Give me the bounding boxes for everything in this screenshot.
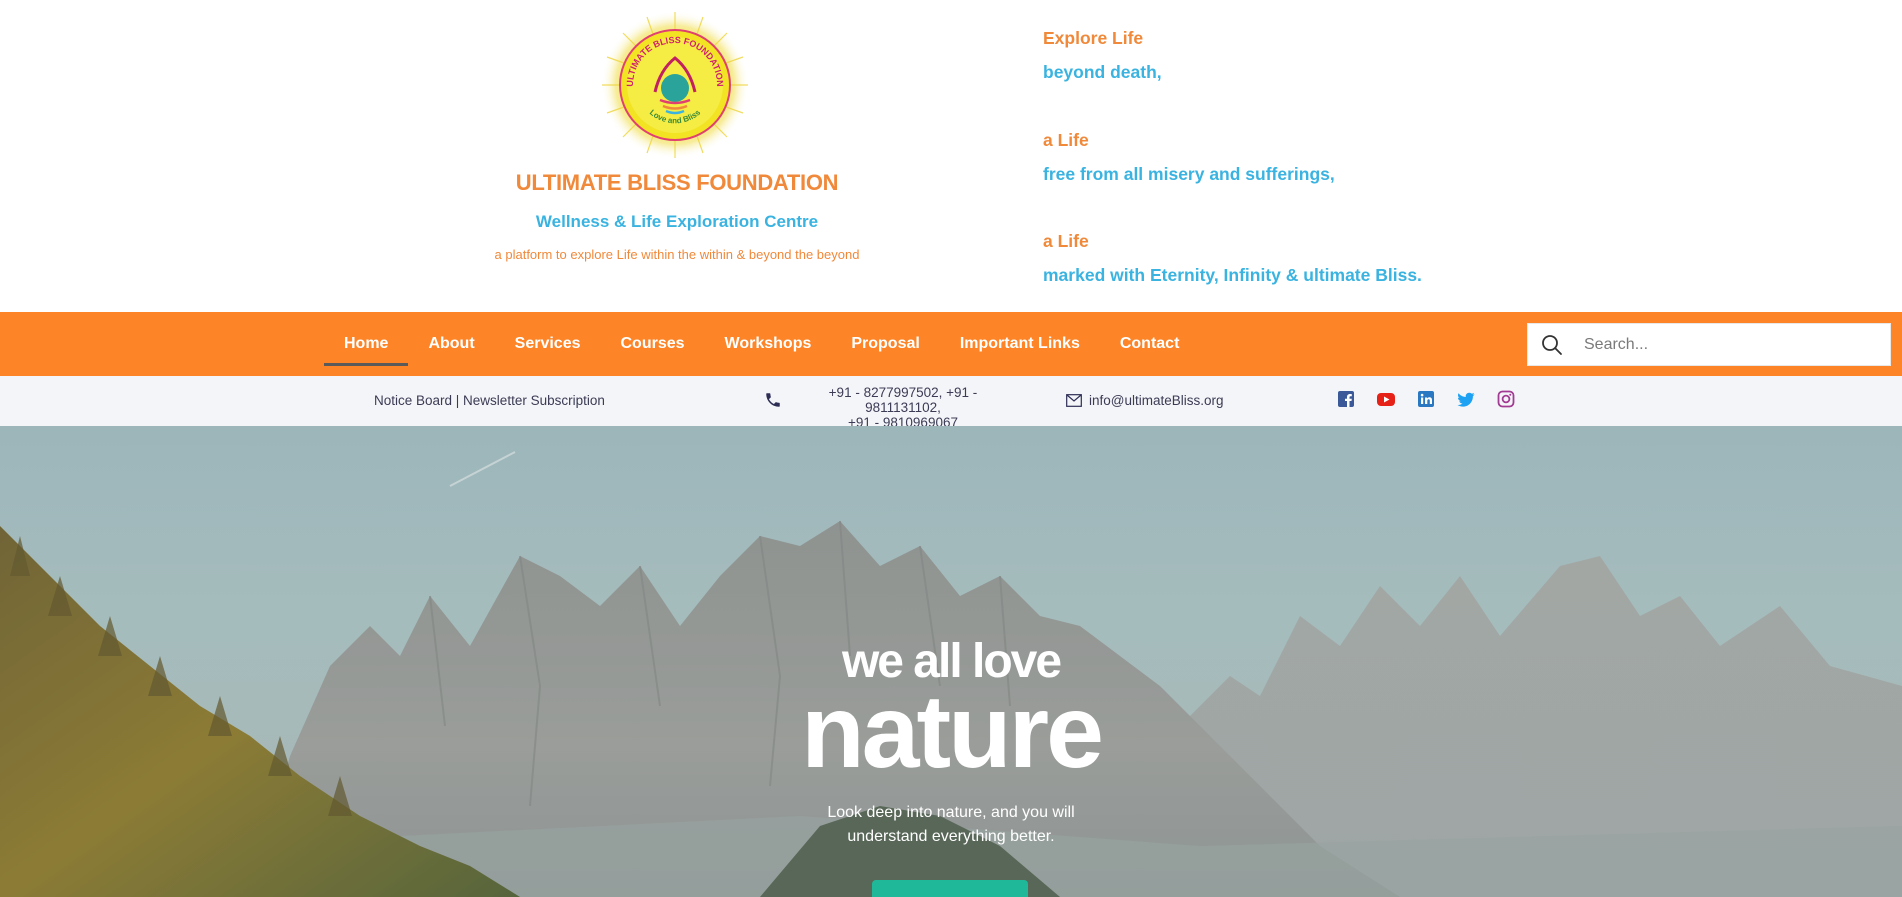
hero-description: Look deep into nature, and you will unde…: [801, 801, 1101, 849]
nav-item-services[interactable]: Services: [495, 312, 601, 376]
phone-line-1: +91 - 8277997502, +91 - 9811131102,: [828, 385, 978, 415]
org-name: ULTIMATE BLISS FOUNDATION: [515, 170, 839, 195]
org-subtitle: Wellness & Life Exploration Centre: [535, 212, 819, 231]
search-box: [1527, 323, 1891, 366]
hero-description-line-2: understand everything better.: [847, 828, 1055, 845]
explore-line: beyond death,: [1043, 62, 1162, 82]
nav-item-home[interactable]: Home: [324, 312, 409, 376]
facebook-icon[interactable]: [1336, 389, 1356, 409]
nav-item-proposal[interactable]: Proposal: [831, 312, 939, 376]
nav-item-about[interactable]: About: [408, 312, 494, 376]
youtube-icon[interactable]: [1376, 389, 1396, 409]
nav-menu: Home About Services Courses Workshops Pr…: [324, 312, 1199, 376]
hero-banner: we all love nature Look deep into nature…: [0, 426, 1902, 897]
phone-icon: [766, 393, 780, 407]
main-navigation: Home About Services Courses Workshops Pr…: [0, 312, 1902, 376]
info-bar: Notice Board | Newsletter Subscription +…: [0, 376, 1902, 430]
email-link[interactable]: info@ultimateBliss.org: [1089, 393, 1224, 408]
social-links: [1336, 389, 1516, 409]
hero-description-line-1: Look deep into nature, and you will: [827, 804, 1075, 821]
logo-graphic: ULTIMATE BLISS FOUNDATION Love and Bliss: [601, 11, 749, 159]
explore-line: a Life: [1043, 130, 1089, 150]
nav-item-workshops[interactable]: Workshops: [705, 312, 832, 376]
hero-title: nature: [801, 674, 1104, 790]
nav-item-important-links[interactable]: Important Links: [940, 312, 1100, 376]
org-tagline: a platform to explore Life within the wi…: [494, 247, 860, 262]
explore-line: Explore Life: [1043, 28, 1144, 48]
mail-icon: [1066, 394, 1082, 407]
linkedin-icon[interactable]: [1416, 389, 1436, 409]
explore-line: a Life: [1043, 231, 1089, 251]
nav-item-contact[interactable]: Contact: [1100, 312, 1200, 376]
notice-newsletter-link[interactable]: Notice Board | Newsletter Subscription: [374, 393, 605, 408]
twitter-icon[interactable]: [1456, 389, 1476, 409]
sun-emblem-logo[interactable]: ULTIMATE BLISS FOUNDATION Love and Bliss: [600, 10, 750, 160]
hero-cta-button[interactable]: [872, 880, 1028, 897]
site-header: ULTIMATE BLISS FOUNDATION Love and Bliss…: [0, 0, 1902, 312]
phone-numbers[interactable]: +91 - 8277997502, +91 - 9811131102, +91 …: [790, 385, 1016, 430]
nav-item-courses[interactable]: Courses: [601, 312, 705, 376]
search-input[interactable]: [1584, 324, 1884, 365]
search-icon[interactable]: [1541, 334, 1563, 356]
explore-line: free from all misery and sufferings,: [1043, 164, 1335, 184]
explore-line: marked with Eternity, Infinity & ultimat…: [1043, 265, 1422, 285]
instagram-icon[interactable]: [1496, 389, 1516, 409]
